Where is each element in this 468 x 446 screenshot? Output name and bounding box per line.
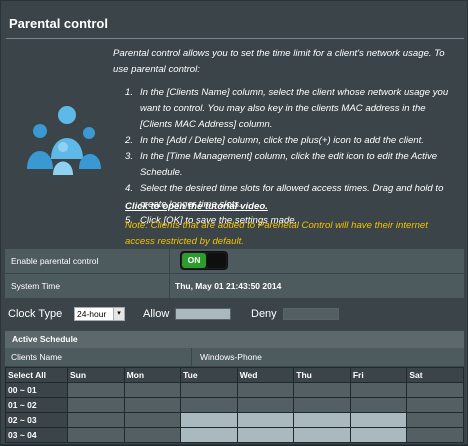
step-text: In the [Clients Name] column, select the… [140, 87, 449, 130]
time-slot-denied[interactable] [180, 397, 238, 413]
time-slot-allowed[interactable] [236, 412, 295, 428]
enable-row: Enable parental control ON [5, 249, 464, 274]
time-slot-denied[interactable] [67, 412, 125, 428]
active-schedule-header: Active Schedule [5, 331, 464, 348]
clients-name-row: Clients Name Windows-Phone [5, 348, 464, 367]
time-slot-denied[interactable] [293, 382, 351, 398]
system-time-label: System Time [5, 274, 170, 299]
day-header-mon[interactable]: Mon [123, 367, 182, 383]
step-text: In the [Time Management] column, click t… [140, 151, 438, 178]
title-divider [6, 38, 464, 39]
step-text: In the [Add / Delete] column, click the … [140, 135, 424, 146]
time-slot-denied[interactable] [406, 427, 464, 443]
time-slot-allowed[interactable] [349, 412, 408, 428]
time-slot-denied[interactable] [406, 397, 464, 413]
time-slot-allowed[interactable] [349, 427, 408, 443]
time-slot-denied[interactable] [406, 412, 464, 428]
schedule-row: 02 ~ 03 [5, 412, 464, 428]
toggle-knob [207, 253, 226, 268]
tutorial-video-link[interactable]: Click to open the tutorial video. [125, 201, 268, 212]
day-header-fri[interactable]: Fri [349, 367, 408, 383]
time-slot-label[interactable]: 01 ~ 02 [5, 397, 68, 413]
deny-legend-swatch [283, 308, 339, 320]
clock-type-bar: Clock Type 24-hour ▾ Allow Deny [5, 304, 464, 326]
time-slot-denied[interactable] [67, 382, 125, 398]
time-slot-denied[interactable] [67, 397, 125, 413]
intro-text: Parental control allows you to set the t… [113, 48, 445, 75]
tutorial-row: Click to open the tutorial video. [125, 199, 268, 215]
day-header-thu[interactable]: Thu [293, 367, 351, 383]
schedule-row: 01 ~ 02 [5, 397, 464, 413]
settings-table: Enable parental control ON System Time T… [5, 249, 464, 299]
time-slot-denied[interactable] [180, 382, 238, 398]
client-name-value: Windows-Phone [191, 348, 464, 367]
parental-control-panel: Parental control Parental control allows… [0, 0, 468, 445]
day-header-wed[interactable]: Wed [236, 367, 295, 383]
select-all-button[interactable]: Select All [5, 367, 68, 383]
time-slot-denied[interactable] [123, 427, 182, 443]
instruction-step: 2. In the [Add / Delete] column, click th… [125, 133, 457, 149]
time-slot-denied[interactable] [67, 427, 125, 443]
day-header-tue[interactable]: Tue [180, 367, 238, 383]
time-slot-denied[interactable] [123, 382, 182, 398]
enable-parental-control-label: Enable parental control [5, 249, 170, 274]
time-slot-allowed[interactable] [293, 427, 351, 443]
time-slot-denied[interactable] [123, 412, 182, 428]
clock-type-value: 24-hour [77, 309, 107, 319]
time-slot-allowed[interactable] [293, 412, 351, 428]
time-slot-denied[interactable] [349, 382, 408, 398]
day-header-row: Select All Sun Mon Tue Wed Thu Fri Sat [5, 367, 464, 383]
clients-name-label: Clients Name [11, 352, 63, 362]
instruction-step: 3. In the [Time Management] column, click… [125, 149, 457, 181]
toggle-state-label: ON [182, 253, 206, 268]
clock-type-label: Clock Type [8, 308, 63, 320]
time-slot-denied[interactable] [236, 397, 295, 413]
time-slot-allowed[interactable] [180, 427, 238, 443]
time-slot-denied[interactable] [293, 397, 351, 413]
day-header-sat[interactable]: Sat [406, 367, 464, 383]
allow-legend-label: Allow [143, 308, 170, 320]
instruction-step: 1. In the [Clients Name] column, select t… [125, 85, 457, 133]
page-title: Parental control [9, 16, 108, 31]
restriction-note: Note: Clients that are added to Pareneta… [125, 220, 428, 247]
schedule-row: 03 ~ 04 [5, 427, 464, 443]
time-slot-denied[interactable] [349, 397, 408, 413]
day-header-sun[interactable]: Sun [67, 367, 125, 383]
time-slot-denied[interactable] [406, 382, 464, 398]
system-time-row: System Time Thu, May 01 21:43:50 2014 [5, 274, 464, 299]
clock-type-select[interactable]: 24-hour ▾ [74, 307, 125, 321]
time-slot-denied[interactable] [123, 397, 182, 413]
time-slot-label[interactable]: 00 ~ 01 [5, 382, 68, 398]
family-icon [27, 106, 101, 175]
time-slot-label[interactable]: 03 ~ 04 [5, 427, 68, 443]
enable-parental-control-toggle[interactable]: ON [180, 251, 228, 270]
deny-legend-label: Deny [251, 308, 277, 320]
schedule-grid: Select All Sun Mon Tue Wed Thu Fri Sat 00 ~ 01… [5, 367, 464, 446]
time-slot-denied[interactable] [236, 382, 295, 398]
system-time-value: Thu, May 01 21:43:50 2014 [175, 281, 282, 291]
time-slot-label[interactable]: 02 ~ 03 [5, 412, 68, 428]
allow-legend-swatch [175, 308, 231, 320]
time-slot-allowed[interactable] [180, 412, 238, 428]
chevron-down-icon: ▾ [113, 308, 124, 320]
time-slot-allowed[interactable] [236, 427, 295, 443]
schedule-row: 00 ~ 01 [5, 382, 464, 398]
